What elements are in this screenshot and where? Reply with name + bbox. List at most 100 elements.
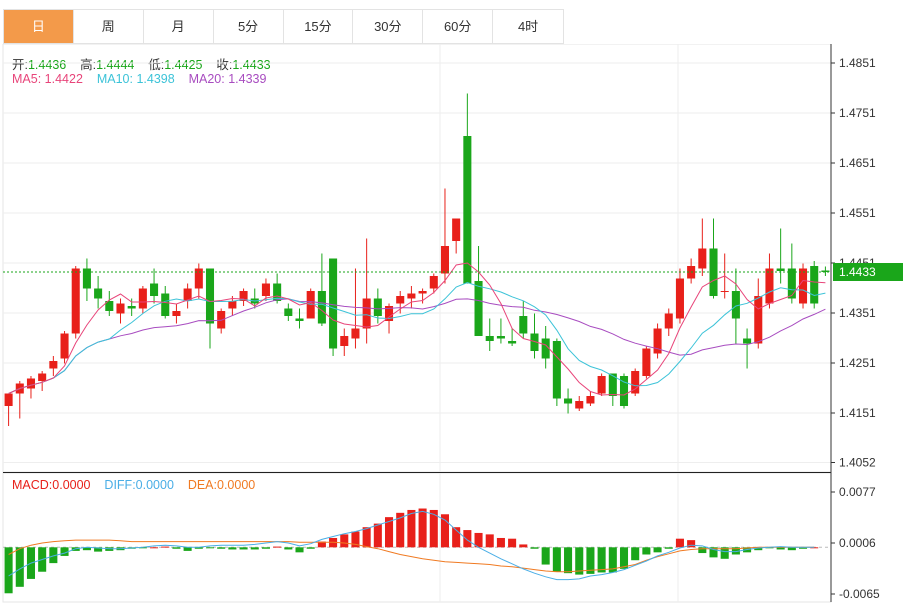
candle-body [340, 336, 349, 346]
macd-bar [653, 547, 662, 553]
macd-bar [373, 523, 382, 548]
tab-6[interactable]: 60分 [423, 10, 494, 43]
y-tick-label: 1.4751 [839, 106, 876, 120]
macd-bar [698, 547, 707, 554]
last-price-tag-label: 1.4433 [839, 265, 876, 279]
candle-body [26, 378, 36, 389]
candle-body [508, 341, 517, 344]
tab-4[interactable]: 15分 [284, 10, 354, 43]
candle-body [38, 373, 47, 381]
candle-body [731, 291, 740, 319]
macd-bar [564, 547, 573, 574]
macd-bar [172, 547, 181, 549]
candle-body [407, 293, 416, 299]
candle-body [463, 136, 472, 284]
tab-3[interactable]: 5分 [214, 10, 284, 43]
ma5-line [8, 262, 826, 396]
macd-bar [675, 538, 684, 548]
candle-body [150, 283, 159, 296]
candle-body [138, 288, 147, 309]
candle-body [698, 248, 707, 269]
macd-bar [362, 527, 371, 548]
tab-0[interactable]: 日 [4, 10, 74, 43]
macd-bar [530, 547, 539, 549]
macd-bar [619, 547, 629, 569]
macd-bar [239, 547, 248, 550]
macd-bar [261, 547, 270, 549]
macd-bar [306, 547, 315, 549]
candle-body [485, 336, 494, 341]
macd-bar [642, 547, 651, 555]
tab-1[interactable]: 周 [74, 10, 144, 43]
macd-bar [284, 547, 293, 550]
macd-bar [228, 547, 237, 550]
candle-body [351, 328, 360, 339]
candle-body [575, 401, 584, 409]
candle-body [49, 361, 58, 369]
candle-body [552, 341, 561, 399]
candle-body [362, 298, 371, 329]
candle-body [519, 316, 528, 334]
main-panel-frame [2, 44, 832, 473]
candle-body [217, 311, 226, 329]
candle-body [597, 376, 606, 394]
macd-bar [552, 547, 561, 572]
macd-bar [217, 547, 226, 549]
candle-body [161, 293, 170, 316]
candle-body [787, 268, 796, 299]
macd-bar [463, 530, 472, 548]
candle-body [664, 313, 673, 329]
y-tick-label: 1.4351 [839, 306, 876, 320]
candle-body [284, 308, 293, 316]
candle-body [743, 338, 752, 344]
macd-y-tick-label: 0.0077 [839, 485, 876, 499]
macd-bar [205, 547, 215, 549]
macd-bar [485, 534, 494, 548]
candle-body [564, 398, 573, 404]
macd-bar [519, 544, 528, 548]
chart-canvas: 1.48511.47511.46511.45511.44511.43511.42… [2, 44, 903, 603]
candle-body [418, 291, 427, 294]
candle-body [396, 296, 405, 304]
candle-body [452, 218, 461, 241]
y-tick-label: 1.4251 [839, 356, 876, 370]
candle-body [71, 268, 80, 334]
macd-bar [250, 547, 259, 550]
candle-body [675, 278, 684, 319]
candle-body [94, 288, 103, 299]
candle-body [4, 393, 13, 406]
macd-bar [631, 547, 640, 561]
macd-bar [150, 547, 159, 549]
macd-bar [407, 509, 416, 548]
candle-body [720, 291, 729, 292]
candle-body [586, 396, 595, 404]
macd-bar [496, 537, 505, 548]
macd-bar [161, 546, 170, 548]
candle-body [317, 291, 326, 324]
candle-body [228, 301, 237, 309]
timeframe-tabs: 日周月 5分 15分 30分 60分 4时 [3, 9, 564, 44]
candle-body [295, 318, 304, 321]
tab-2[interactable]: 月 [144, 10, 214, 43]
candle-body [205, 268, 215, 324]
candle-body [798, 268, 808, 304]
macd-bar [340, 534, 349, 548]
tab-5[interactable]: 30分 [353, 10, 424, 43]
macd-bar [541, 547, 550, 565]
candle-body [116, 303, 125, 314]
y-tick-label: 1.4052 [839, 456, 876, 470]
macd-bar [440, 514, 450, 548]
macd-bar [273, 546, 282, 548]
y-tick-label: 1.4551 [839, 206, 876, 220]
y-tick-label: 1.4851 [839, 56, 876, 70]
macd-bar [295, 547, 304, 553]
ma10-line [8, 281, 826, 394]
candle-body [440, 246, 450, 274]
macd-bar [418, 508, 427, 548]
candle-body [429, 276, 438, 289]
tab-7[interactable]: 4时 [493, 10, 563, 43]
candle-body [60, 333, 69, 359]
candle-body [776, 268, 785, 271]
candle-body [496, 336, 505, 339]
macd-bar [664, 547, 673, 549]
